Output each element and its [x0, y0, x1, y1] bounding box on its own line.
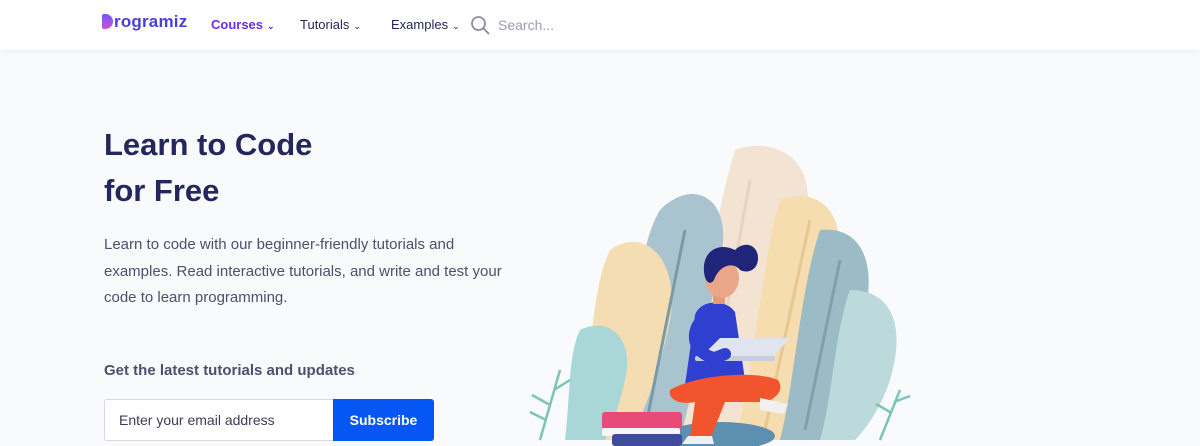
nav-tutorials-label: Tutorials: [300, 17, 350, 32]
subscribe-button[interactable]: Subscribe: [333, 399, 434, 441]
chevron-down-icon: ⌄: [452, 21, 460, 31]
chevron-down-icon: ⌄: [353, 21, 361, 31]
book: [612, 434, 682, 446]
newsletter-heading: Get the latest tutorials and updates: [104, 362, 355, 379]
hero-illustration: [529, 145, 911, 446]
hero-title-line-2: for Free: [104, 173, 220, 208]
chevron-down-icon: ⌄: [267, 21, 275, 31]
programiz-logo[interactable]: rogramiz: [102, 12, 187, 32]
nav-courses[interactable]: Courses ⌄: [211, 17, 275, 32]
nav-courses-label: Courses: [211, 17, 264, 32]
logo-mark-icon: [102, 14, 113, 29]
email-field[interactable]: [104, 399, 333, 441]
nav-examples-label: Examples: [391, 17, 449, 32]
hero-title-line-1: Learn to Code: [104, 127, 313, 162]
fern-sprig: [529, 369, 571, 441]
hero-description: Learn to code with our beginner-friendly…: [104, 236, 502, 306]
nav-tutorials[interactable]: Tutorials ⌄: [300, 17, 361, 32]
top-navbar: rogramiz Courses ⌄ Tutorials ⌄ Examples ⌄: [0, 0, 1200, 50]
logo-text: rogramiz: [114, 12, 188, 31]
book: [602, 412, 682, 430]
nav-examples[interactable]: Examples ⌄: [391, 17, 460, 32]
hero-title: Learn to Code for Free: [104, 122, 312, 214]
search-input[interactable]: [498, 14, 698, 36]
search-icon[interactable]: [470, 15, 490, 35]
